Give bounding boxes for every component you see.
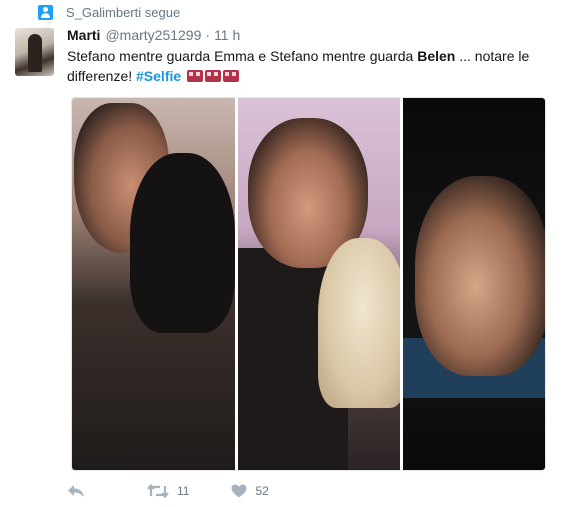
separator-dot: · <box>205 27 211 43</box>
media-photo-1[interactable] <box>72 98 235 470</box>
like-button[interactable]: 52 <box>231 484 269 498</box>
train-emoji-icon <box>223 70 240 82</box>
train-emoji-icon <box>187 70 204 82</box>
media-photo-2[interactable] <box>238 98 400 470</box>
avatar-figure <box>28 34 42 72</box>
mention-belen: Belen <box>417 48 456 64</box>
person-icon <box>38 5 53 20</box>
author-handle[interactable]: @marty251299 <box>105 27 201 43</box>
like-count: 52 <box>255 484 269 498</box>
reply-button[interactable] <box>67 484 85 498</box>
tweet-text-part1: Stefano mentre guarda Emma e Stefano men… <box>67 48 418 64</box>
social-context-text: S_Galimberti segue <box>66 5 181 20</box>
hashtag-link[interactable]: #Selfie <box>136 68 181 84</box>
retweet-button[interactable]: 11 <box>147 484 189 498</box>
retweet-icon <box>147 484 169 498</box>
media-photo-3[interactable] <box>403 98 545 470</box>
photo-subject-hair <box>130 153 235 333</box>
avatar[interactable] <box>15 28 54 76</box>
heart-icon <box>231 484 247 498</box>
reply-icon <box>68 485 84 497</box>
media-grid <box>71 97 546 471</box>
photo-subject-blonde-hair <box>318 238 400 408</box>
tweet-actions: 11 52 <box>67 484 269 498</box>
retweet-count: 11 <box>177 484 190 498</box>
train-emoji-icon <box>205 70 222 82</box>
social-context[interactable]: S_Galimberti segue <box>38 5 180 20</box>
tweet-text: Stefano mentre guarda Emma e Stefano men… <box>67 46 567 86</box>
author-name[interactable]: Marti <box>67 27 100 43</box>
photo-subject-face <box>415 176 545 376</box>
tweet-timestamp[interactable]: 11 h <box>214 27 240 43</box>
tweet-header: Marti @marty251299 · 11 h <box>67 27 240 43</box>
